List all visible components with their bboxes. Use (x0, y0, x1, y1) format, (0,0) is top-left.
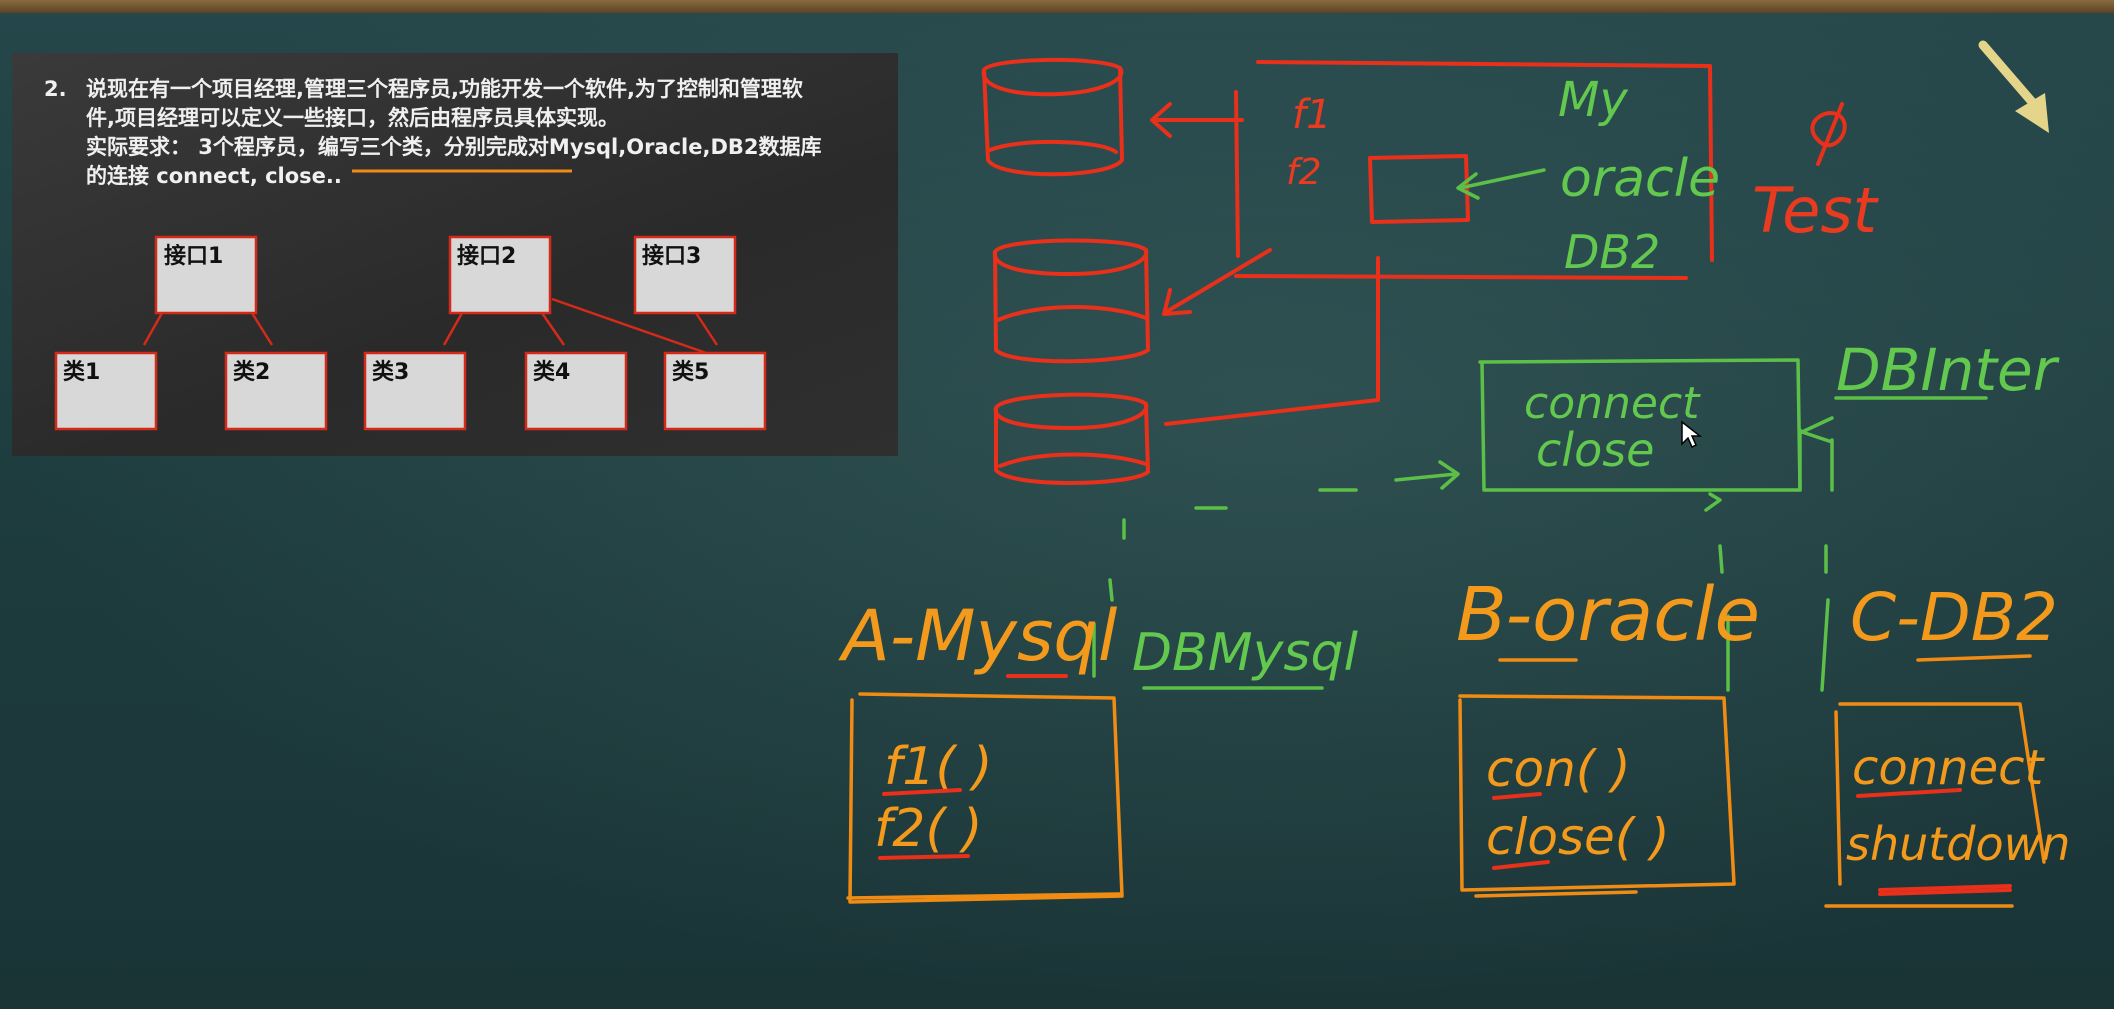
word-my: My (1558, 72, 1628, 128)
class-b-name: B-oracle (1456, 572, 1760, 658)
db-cylinder-top (993, 392, 1149, 430)
word-db2: DB2 (1564, 225, 1660, 279)
class-a-method-2: f2( ) (874, 799, 983, 859)
link-to-db3 (1164, 256, 1380, 426)
class-c-method-2: shutdown (1846, 817, 2070, 871)
red-underline (878, 854, 970, 860)
word-f1: f1 (1292, 92, 1332, 138)
db-cylinder-top (981, 57, 1124, 97)
class-b-box-bottom (1474, 890, 1638, 898)
class-a-box (848, 692, 1124, 904)
arrow-head (1704, 492, 1722, 512)
interface-name: DBInter (1836, 336, 2060, 404)
db-cylinder-body (982, 66, 1124, 177)
inner-box (1368, 154, 1470, 224)
arrow-to-db2 (1162, 248, 1272, 316)
db-cylinder-body (994, 402, 1150, 485)
nav-arrow-icon[interactable] (1975, 37, 2059, 137)
word-f2: f2 (1286, 152, 1322, 193)
arrow-to-inner-box (1456, 168, 1546, 200)
test-icon (1810, 102, 1847, 166)
arrow-to-db1 (1150, 102, 1244, 138)
class-c-name: C-DB2 (1850, 579, 2058, 656)
method-connect: connect (1524, 378, 1701, 429)
db-cylinder-line (998, 452, 1148, 468)
class-b-method-1: con( ) (1486, 740, 1631, 798)
chalk-drawing: f1 f2 Test My oracle DB2 connect close D… (838, 57, 2070, 908)
method-close: close (1536, 423, 1654, 477)
db-cylinder-line (988, 140, 1118, 154)
dash (1820, 544, 1830, 692)
db-cylinder-line (996, 305, 1148, 322)
class-c-method-1: connect (1852, 740, 2046, 796)
class-a-name: A-Mysql (838, 595, 1118, 677)
mouse-cursor-icon (1681, 420, 1702, 449)
implements-arrow-right (1800, 416, 1834, 492)
class-a-method-1: f1( ) (884, 737, 993, 797)
word-oracle: oracle (1560, 149, 1720, 209)
class-b-method-2: close( ) (1486, 808, 1670, 866)
db-cylinder-top (992, 238, 1149, 276)
test-label: Test (1752, 174, 1880, 247)
database-cylinders (981, 57, 1150, 485)
dashed-arrow (1318, 460, 1460, 492)
program-box-left (1234, 90, 1240, 258)
impl-dbmysql: DBMysql (1132, 623, 1358, 683)
